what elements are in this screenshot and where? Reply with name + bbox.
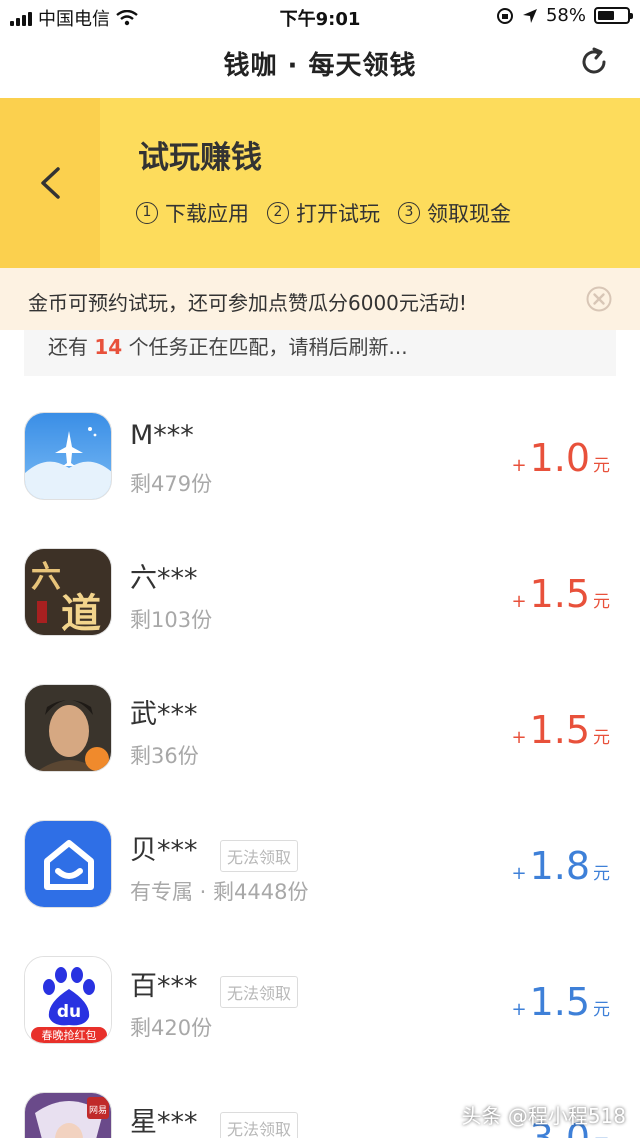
unavailable-badge: 无法领取 xyxy=(220,976,299,1008)
reward-unit: 元 xyxy=(593,1131,610,1138)
task-reward: + 1.5 元 xyxy=(511,708,610,752)
step-number: 3 xyxy=(398,202,420,224)
step-number: 1 xyxy=(136,202,158,224)
task-reward: + 1.8 元 xyxy=(511,844,610,888)
wuxia-game-icon xyxy=(24,684,112,772)
matching-suffix: 个任务正在匹配，请稍后刷新... xyxy=(128,335,408,359)
nav-bar: 钱咖 · 每天领钱 xyxy=(0,32,640,98)
step-item: 1 下载应用 xyxy=(136,198,249,228)
step-number: 2 xyxy=(267,202,289,224)
task-item[interactable]: M*** 剩479份 + 1.0 元 xyxy=(0,398,640,500)
chevron-left-icon xyxy=(41,167,60,199)
rotation-lock-icon xyxy=(496,7,513,24)
task-name: 六*** xyxy=(130,563,198,594)
reward-plus: + xyxy=(511,999,527,1020)
step-label: 领取现金 xyxy=(427,202,511,226)
task-name: 星*** xyxy=(130,1107,198,1138)
plane-icon xyxy=(24,412,112,500)
reward-amount: 1.5 xyxy=(529,980,590,1024)
reward-unit: 元 xyxy=(593,1000,610,1020)
step-item: 2 打开试玩 xyxy=(267,198,380,228)
task-item[interactable]: du 春晚抢红包 百*** 无法领取 剩420份 + 1.5 元 xyxy=(0,942,640,1044)
reward-unit: 元 xyxy=(593,592,610,612)
task-remain: 有专属 · 剩4448份 xyxy=(130,880,309,904)
reward-amount: 1.5 xyxy=(529,708,590,752)
reward-unit: 元 xyxy=(593,728,610,748)
task-remain: 剩36份 xyxy=(130,744,199,768)
banner-title: 试玩赚钱 xyxy=(138,140,262,176)
steps-row: 1 下载应用 2 打开试玩 3 领取现金 xyxy=(136,198,511,228)
task-name: 武*** xyxy=(130,699,198,730)
xing-icon-caption: 网易 xyxy=(89,1105,107,1116)
baidu-du-text: du xyxy=(57,1002,81,1022)
liudao-game-icon: 六 道 xyxy=(24,548,112,636)
task-reward: + 1.5 元 xyxy=(511,980,610,1024)
battery-icon xyxy=(594,7,633,24)
house-app-icon xyxy=(24,820,112,908)
reward-plus: + xyxy=(511,591,527,612)
reward-unit: 元 xyxy=(593,456,610,476)
task-remain: 剩479份 xyxy=(130,472,213,496)
status-bar: 中国电信 下午9:01 58% xyxy=(0,0,640,32)
matching-prefix: 还有 xyxy=(48,335,88,359)
reward-unit: 元 xyxy=(593,864,610,884)
back-button[interactable] xyxy=(0,98,100,268)
step-item: 3 领取现金 xyxy=(398,198,511,228)
step-label: 下载应用 xyxy=(165,202,249,226)
task-item[interactable]: 武*** 剩36份 + 1.5 元 xyxy=(0,670,640,772)
svg-text:六: 六 xyxy=(31,560,61,595)
battery-percent: 58% xyxy=(545,5,586,26)
refresh-icon xyxy=(582,47,606,74)
battery-fill xyxy=(598,11,615,20)
notice-bar: 金币可预约试玩，还可参加点赞瓜分6000元活动! xyxy=(0,268,640,330)
notice-text: 金币可预约试玩，还可参加点赞瓜分6000元活动! xyxy=(28,291,467,315)
refresh-button[interactable] xyxy=(578,46,610,78)
task-name: 贝*** xyxy=(130,835,198,866)
task-remain: 剩420份 xyxy=(130,1016,213,1040)
svg-text:道: 道 xyxy=(61,590,101,636)
reward-amount: 1.5 xyxy=(529,572,590,616)
reward-amount: 1.8 xyxy=(529,844,590,888)
step-label: 打开试玩 xyxy=(296,202,380,226)
task-name: M*** xyxy=(130,420,194,451)
baidu-app-icon: du 春晚抢红包 xyxy=(24,956,112,1044)
reward-plus: + xyxy=(511,863,527,884)
reward-plus: + xyxy=(511,455,527,476)
task-item[interactable]: 贝*** 无法领取 有专属 · 剩4448份 + 1.8 元 xyxy=(0,806,640,908)
unavailable-badge: 无法领取 xyxy=(220,1112,299,1138)
unavailable-badge: 无法领取 xyxy=(220,840,299,872)
notice-close-button[interactable] xyxy=(586,286,612,312)
task-remain: 剩103份 xyxy=(130,608,213,632)
close-circle-icon xyxy=(586,286,612,312)
matching-text: 还有 14 个任务正在匹配，请稍后刷新... xyxy=(48,331,408,360)
matching-status: 还有 14 个任务正在匹配，请稍后刷新... xyxy=(24,322,616,376)
location-arrow-icon xyxy=(522,8,537,23)
page-title: 钱咖 · 每天领钱 xyxy=(223,51,417,81)
task-reward: + 1.0 元 xyxy=(511,436,610,480)
trial-banner: 试玩赚钱 1 下载应用 2 打开试玩 3 领取现金 xyxy=(0,98,640,268)
reward-amount: 1.0 xyxy=(529,436,590,480)
task-item[interactable]: 六 道 六*** 剩103份 + 1.5 元 xyxy=(0,534,640,636)
matching-count: 14 xyxy=(94,335,123,359)
status-right: 58% xyxy=(496,5,633,26)
task-reward: + 1.5 元 xyxy=(511,572,610,616)
xing-game-icon: 网易 xyxy=(24,1092,112,1138)
reward-plus: + xyxy=(511,727,527,748)
task-name: 百*** xyxy=(130,971,198,1002)
baidu-icon-caption: 春晚抢红包 xyxy=(42,1028,97,1042)
watermark: 头条 @程小程518 xyxy=(461,1104,626,1128)
